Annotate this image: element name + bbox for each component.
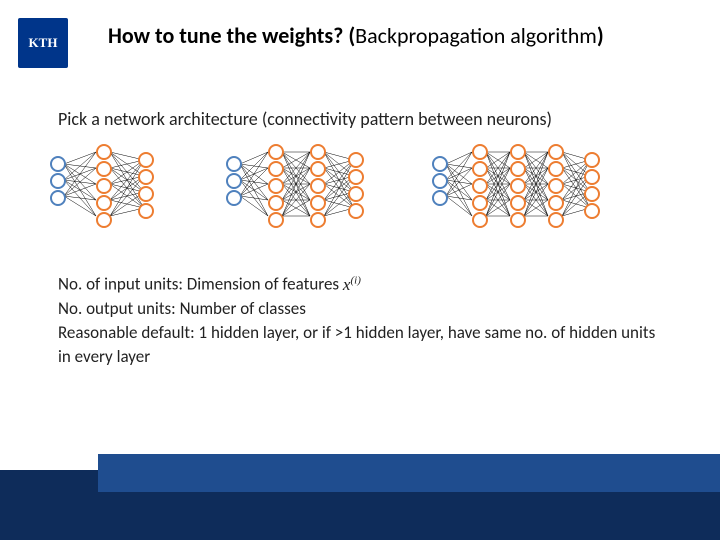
node xyxy=(548,161,564,177)
node xyxy=(310,195,326,211)
node xyxy=(138,169,154,185)
title-close: ) xyxy=(597,22,604,49)
network-1 xyxy=(50,144,170,224)
network-diagrams xyxy=(50,144,612,224)
rule-1: No. of input units: Dimension of feature… xyxy=(58,268,658,297)
node xyxy=(432,190,448,206)
title-bold: How to tune the weights? ( xyxy=(108,22,355,49)
slide: KTH How to tune the weights? (Backpropag… xyxy=(0,0,720,540)
hidden-col-3 xyxy=(548,144,564,228)
output-col xyxy=(348,152,364,219)
hidden-col-2 xyxy=(510,144,526,228)
node xyxy=(310,212,326,228)
output-col xyxy=(584,152,600,219)
node xyxy=(310,178,326,194)
node xyxy=(510,161,526,177)
title-sub: Backpropagation algorithm xyxy=(355,22,597,49)
node xyxy=(548,212,564,228)
node xyxy=(584,203,600,219)
node xyxy=(96,178,112,194)
node xyxy=(510,195,526,211)
rule-3: Reasonable default: 1 hidden layer, or i… xyxy=(58,321,658,369)
node xyxy=(96,195,112,211)
node xyxy=(96,212,112,228)
node xyxy=(510,178,526,194)
node xyxy=(584,152,600,168)
node xyxy=(268,195,284,211)
hidden-col-1 xyxy=(472,144,488,228)
slide-title: How to tune the weights? (Backpropagatio… xyxy=(108,22,604,49)
node xyxy=(348,203,364,219)
node xyxy=(510,144,526,160)
node xyxy=(348,169,364,185)
node xyxy=(268,161,284,177)
node xyxy=(548,144,564,160)
node xyxy=(584,169,600,185)
rule-2: No. output units: Number of classes xyxy=(58,297,658,321)
node xyxy=(138,186,154,202)
hidden-col-1 xyxy=(268,144,284,228)
node xyxy=(226,156,242,172)
node xyxy=(50,173,66,189)
node xyxy=(584,186,600,202)
input-col xyxy=(50,156,66,206)
node xyxy=(138,203,154,219)
node xyxy=(96,144,112,160)
rule-1-math: x(i) xyxy=(343,275,361,294)
node xyxy=(348,152,364,168)
input-col xyxy=(226,156,242,206)
hidden-col xyxy=(96,144,112,228)
node xyxy=(50,190,66,206)
logo-text: KTH xyxy=(29,35,58,51)
network-3 xyxy=(432,144,612,224)
node xyxy=(432,156,448,172)
node xyxy=(310,161,326,177)
output-col xyxy=(138,152,154,219)
node xyxy=(548,195,564,211)
node xyxy=(310,144,326,160)
node xyxy=(472,195,488,211)
node xyxy=(472,212,488,228)
footer-bar-accent xyxy=(98,454,720,492)
input-col xyxy=(432,156,448,206)
node xyxy=(472,161,488,177)
node xyxy=(226,173,242,189)
kth-logo: KTH xyxy=(18,18,68,68)
node xyxy=(268,144,284,160)
node xyxy=(268,212,284,228)
node xyxy=(472,144,488,160)
rule-1-text: No. of input units: Dimension of feature… xyxy=(58,274,339,295)
node xyxy=(50,156,66,172)
hidden-col-2 xyxy=(310,144,326,228)
node xyxy=(226,190,242,206)
node xyxy=(96,161,112,177)
node xyxy=(138,152,154,168)
node xyxy=(268,178,284,194)
rules-block: No. of input units: Dimension of feature… xyxy=(58,268,658,369)
node xyxy=(348,186,364,202)
intro-line: Pick a network architecture (connectivit… xyxy=(58,108,552,130)
node xyxy=(432,173,448,189)
node xyxy=(548,178,564,194)
node xyxy=(510,212,526,228)
network-2 xyxy=(226,144,376,224)
node xyxy=(472,178,488,194)
